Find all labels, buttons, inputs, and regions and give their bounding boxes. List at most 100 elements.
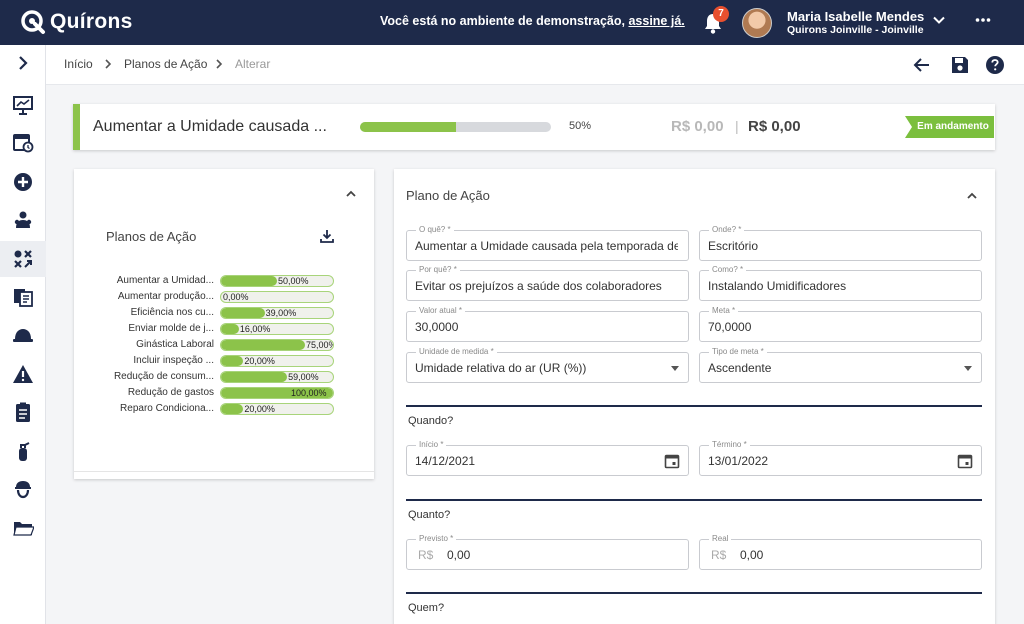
- expand-sidebar-icon[interactable]: [15, 55, 31, 71]
- plan-progress-value: 39,00%: [265, 308, 297, 318]
- sidebar-item-action-plans[interactable]: [0, 241, 46, 277]
- breadcrumb-action-plans[interactable]: Planos de Ação: [124, 57, 207, 71]
- plan-progress-row[interactable]: Ginástica Laboral 75,00%: [74, 338, 374, 354]
- plan-progress-fill: [221, 372, 288, 382]
- sidebar-item-checklists[interactable]: [0, 394, 46, 430]
- plan-progress-row[interactable]: Aumentar a Umidad... 50,00%: [74, 274, 374, 290]
- user-org[interactable]: Quirons Joinville - Joinville: [787, 24, 924, 36]
- current-value-field[interactable]: Valor atual * 30,0000: [406, 306, 689, 342]
- plan-progress-label: Aumentar produção...: [117, 291, 214, 302]
- calendar-icon[interactable]: [957, 453, 973, 469]
- demo-message: Você está no ambiente de demonstração, a…: [380, 14, 685, 28]
- where-field[interactable]: Onde? * Escritório: [699, 225, 982, 261]
- sidebar-item-epi[interactable]: [0, 317, 46, 353]
- plan-progress-value: 16,00%: [239, 324, 271, 334]
- users-icon: [14, 211, 32, 228]
- plan-summary-title: Aumentar a Umidade causada ...: [93, 118, 327, 135]
- plan-progress-value: 100,00%: [291, 388, 327, 398]
- plan-progress-value: 75,00%: [306, 340, 334, 350]
- plan-progress-label: Eficiência nos cu...: [130, 307, 214, 318]
- sidebar-item-risks[interactable]: [0, 356, 46, 392]
- dropdown-arrow-icon[interactable]: [671, 366, 679, 371]
- what-label: O quê? *: [416, 225, 454, 235]
- fire-extinguisher-icon: [19, 442, 30, 461]
- user-name[interactable]: Maria Isabelle Mendes: [787, 9, 924, 24]
- plan-progress-value: 20,00%: [244, 356, 275, 366]
- planned-cost: R$ 0,00: [671, 118, 724, 135]
- plan-progress-track: 50,00%: [220, 275, 334, 287]
- goal-type-select[interactable]: Tipo de meta * Ascendente: [699, 347, 982, 383]
- plan-progress-row[interactable]: Redução de gastos 100,00%: [74, 386, 374, 402]
- more-options-icon[interactable]: [975, 12, 991, 28]
- plan-progress-fill: [221, 308, 265, 318]
- plan-progress-fill: [221, 324, 239, 334]
- plan-progress-row[interactable]: Eficiência nos cu... 39,00%: [74, 306, 374, 322]
- quirons-logo-icon: [21, 10, 45, 34]
- planned-cost-field[interactable]: Previsto * R$ 0,00: [406, 534, 689, 570]
- sidebar-item-users[interactable]: [0, 202, 46, 238]
- clipboard-icon: [16, 402, 30, 422]
- plan-progress-row[interactable]: Redução de consum... 59,00%: [74, 370, 374, 386]
- plan-progress-label: Redução de consum...: [113, 371, 214, 382]
- notification-badge: 7: [713, 6, 729, 22]
- warning-icon: [13, 365, 33, 383]
- start-date-value: 14/12/2021: [415, 454, 476, 468]
- breadcrumb: Início Planos de Ação Alterar: [46, 45, 1024, 85]
- save-icon[interactable]: [950, 55, 970, 75]
- how-field[interactable]: Como? * Instalando Umidificadores: [699, 265, 982, 301]
- download-icon[interactable]: [319, 228, 335, 244]
- goal-type-value: Ascendente: [708, 361, 772, 375]
- where-label: Onde? *: [709, 225, 745, 235]
- subscribe-link[interactable]: assine já.: [628, 14, 684, 28]
- plan-progress-label: Redução de gastos: [127, 387, 214, 398]
- sidebar-item-files[interactable]: [0, 510, 46, 546]
- breadcrumb-home[interactable]: Início: [64, 57, 93, 71]
- plan-progress-track: 16,00%: [220, 323, 334, 335]
- plan-progress-track: 20,00%: [220, 403, 334, 415]
- section-divider: [406, 499, 982, 501]
- end-date-field[interactable]: Término * 13/01/2022: [699, 440, 982, 476]
- sidebar-item-add[interactable]: [0, 164, 46, 200]
- plan-progress-row[interactable]: Reparo Condiciona... 20,00%: [74, 402, 374, 418]
- help-icon[interactable]: [985, 55, 1005, 75]
- goal-field[interactable]: Meta * 70,0000: [699, 306, 982, 342]
- demo-message-text: Você está no ambiente de demonstração,: [380, 14, 625, 28]
- cost-separator: |: [735, 118, 739, 134]
- plan-progress-row[interactable]: Enviar molde de j... 16,00%: [74, 322, 374, 338]
- why-field[interactable]: Por quê? * Evitar os prejuízos a saúde d…: [406, 265, 689, 301]
- sidebar-item-schedule[interactable]: [0, 124, 46, 160]
- currency-prefix: R$: [418, 548, 434, 562]
- worker-icon: [15, 481, 31, 499]
- chevron-up-icon[interactable]: [344, 187, 358, 201]
- avatar[interactable]: [742, 8, 772, 38]
- plan-progress-track: 39,00%: [220, 307, 334, 319]
- plan-progress-label: Ginástica Laboral: [136, 339, 214, 350]
- plan-progress-value: 59,00%: [288, 372, 319, 382]
- plan-progress-fill: [221, 340, 305, 350]
- plan-progress-label: Enviar molde de j...: [128, 323, 214, 334]
- breadcrumb-current: Alterar: [235, 57, 271, 71]
- chevron-up-icon[interactable]: [965, 189, 979, 203]
- sidebar-item-documents[interactable]: [0, 279, 46, 315]
- what-value: Aumentar a Umidade causada pela temporad…: [415, 239, 678, 253]
- section-divider: [406, 592, 982, 594]
- chevron-down-icon[interactable]: [932, 13, 946, 27]
- helmet-icon: [13, 329, 33, 342]
- why-label: Por quê? *: [416, 265, 460, 275]
- sidebar-item-dashboard[interactable]: [0, 87, 46, 123]
- unit-select[interactable]: Unidade de medida * Umidade relativa do …: [406, 347, 689, 383]
- sidebar-item-worker[interactable]: [0, 471, 46, 507]
- why-value: Evitar os prejuízos a saúde dos colabora…: [415, 279, 662, 293]
- real-cost-field[interactable]: Real R$ 0,00: [699, 534, 982, 570]
- goal-label: Meta *: [709, 306, 739, 316]
- plan-progress-row[interactable]: Incluir inspeção ... 20,00%: [74, 354, 374, 370]
- sidebar-item-fire[interactable]: [0, 433, 46, 469]
- what-field[interactable]: O quê? * Aumentar a Umidade causada pela…: [406, 225, 689, 261]
- how-label: Como? *: [709, 265, 747, 275]
- back-arrow-icon[interactable]: [912, 55, 932, 75]
- calendar-icon[interactable]: [664, 453, 680, 469]
- plan-progress-row[interactable]: Aumentar produção... 0,00%: [74, 290, 374, 306]
- brand-logo[interactable]: Quírons: [20, 8, 133, 36]
- dropdown-arrow-icon[interactable]: [964, 366, 972, 371]
- start-date-field[interactable]: Início * 14/12/2021: [406, 440, 689, 476]
